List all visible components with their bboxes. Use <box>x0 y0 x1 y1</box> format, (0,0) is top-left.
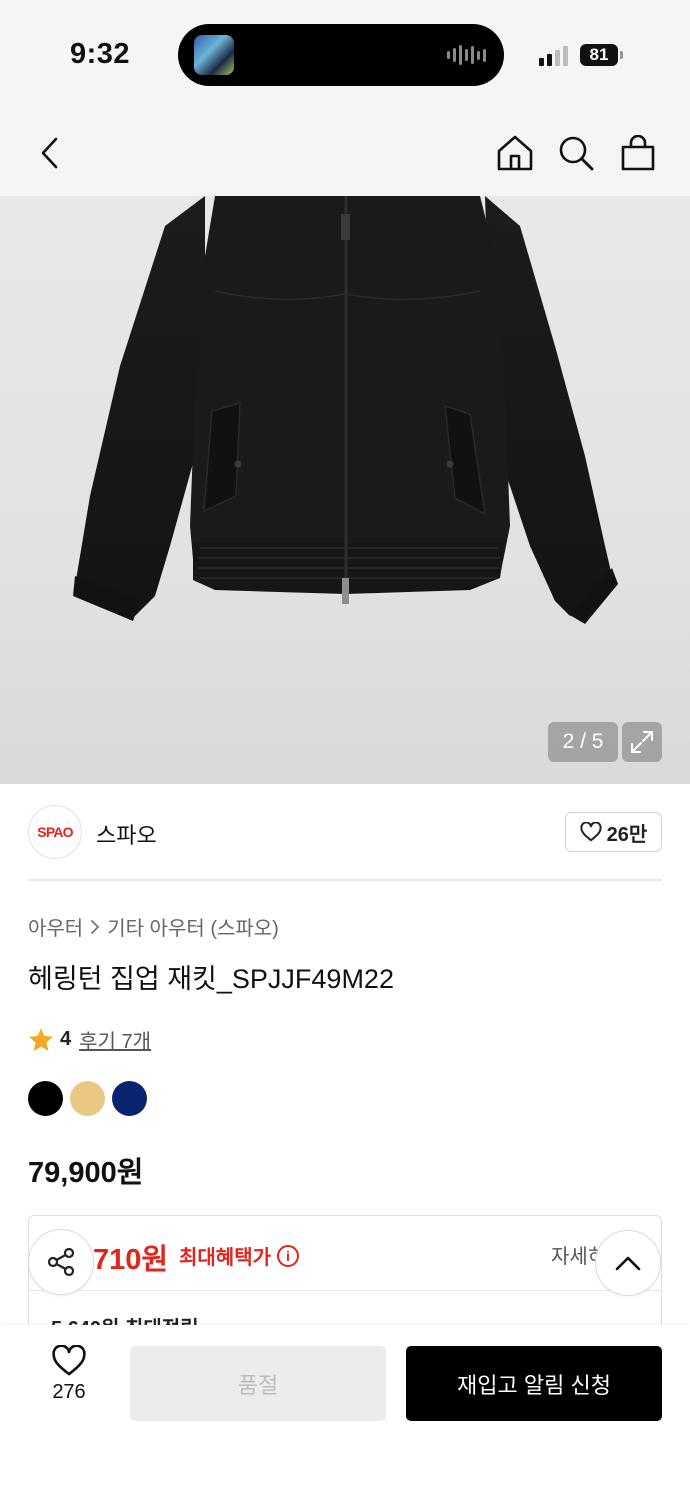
wish-count: 276 <box>52 1381 86 1403</box>
color-swatches <box>28 1081 147 1116</box>
product-image[interactable] <box>0 196 690 784</box>
share-button[interactable] <box>28 1229 94 1295</box>
shopping-bag-icon <box>621 135 655 171</box>
image-pager: 2 / 5 <box>548 722 618 762</box>
breadcrumb: 아우터 기타 아우터 (스파오) <box>28 912 279 941</box>
cellular-signal-icon <box>539 44 568 66</box>
bottom-action-bar: 276 품절 재입고 알림 신청 <box>0 1325 690 1500</box>
brand-logo-text: SPAO <box>37 824 73 840</box>
heart-icon <box>580 822 602 842</box>
home-icon <box>497 135 533 171</box>
back-button[interactable] <box>26 130 72 176</box>
home-button[interactable] <box>492 130 538 176</box>
breadcrumb-subcategory[interactable]: 기타 아우터 (스파오) <box>107 912 279 941</box>
status-time: 9:32 <box>70 38 131 70</box>
brand-logo[interactable]: SPAO <box>28 805 82 859</box>
brand-like-button[interactable]: 26만 <box>565 812 662 852</box>
search-button[interactable] <box>553 130 599 176</box>
heart-icon <box>52 1345 86 1376</box>
audio-wave-icon <box>447 44 486 66</box>
soldout-button[interactable]: 품절 <box>130 1346 386 1421</box>
chevron-left-icon <box>41 137 58 169</box>
color-swatch-beige[interactable] <box>70 1081 105 1116</box>
status-bar: 9:32 81 <box>0 0 690 110</box>
rating-score: 4 <box>60 1028 72 1050</box>
restock-alert-button[interactable]: 재입고 알림 신청 <box>406 1346 662 1421</box>
brand-row: SPAO 스파오 26만 <box>28 803 662 881</box>
chevron-up-icon <box>615 1256 641 1271</box>
chevron-right-icon <box>91 919 100 934</box>
top-navigation <box>0 110 690 196</box>
expand-icon <box>631 731 653 753</box>
review-count-link[interactable]: 후기 7개 <box>79 1025 151 1054</box>
scroll-top-button[interactable] <box>595 1230 661 1296</box>
dynamic-island <box>178 24 504 86</box>
color-swatch-black[interactable] <box>28 1081 63 1116</box>
product-rating: 4 후기 7개 <box>28 1025 151 1054</box>
benefit-label-text: 최대혜택가 <box>179 1247 271 1269</box>
brand-like-count: 26만 <box>606 823 648 846</box>
info-icon: i <box>277 1244 299 1267</box>
jacket-illustration <box>73 196 618 624</box>
benefit-divider <box>29 1290 661 1291</box>
expand-image-button[interactable] <box>622 722 662 762</box>
now-playing-artwork <box>194 35 234 75</box>
battery-tip <box>620 51 623 59</box>
share-icon <box>47 1247 75 1277</box>
star-icon <box>29 1028 53 1051</box>
wish-button[interactable]: 276 <box>28 1345 110 1425</box>
battery-level: 81 <box>580 44 618 66</box>
benefit-label[interactable]: 최대혜택가 i <box>179 1241 299 1270</box>
product-price: 79,900원 <box>28 1157 144 1189</box>
breadcrumb-category[interactable]: 아우터 <box>28 912 83 941</box>
product-title: 헤링턴 집업 재킷_SPJJF49M22 <box>28 964 394 994</box>
color-swatch-navy[interactable] <box>112 1081 147 1116</box>
benefit-price: 710원 <box>93 1244 169 1276</box>
brand-name[interactable]: 스파오 <box>96 818 157 850</box>
search-icon <box>559 136 594 171</box>
shopping-bag-button[interactable] <box>615 130 661 176</box>
